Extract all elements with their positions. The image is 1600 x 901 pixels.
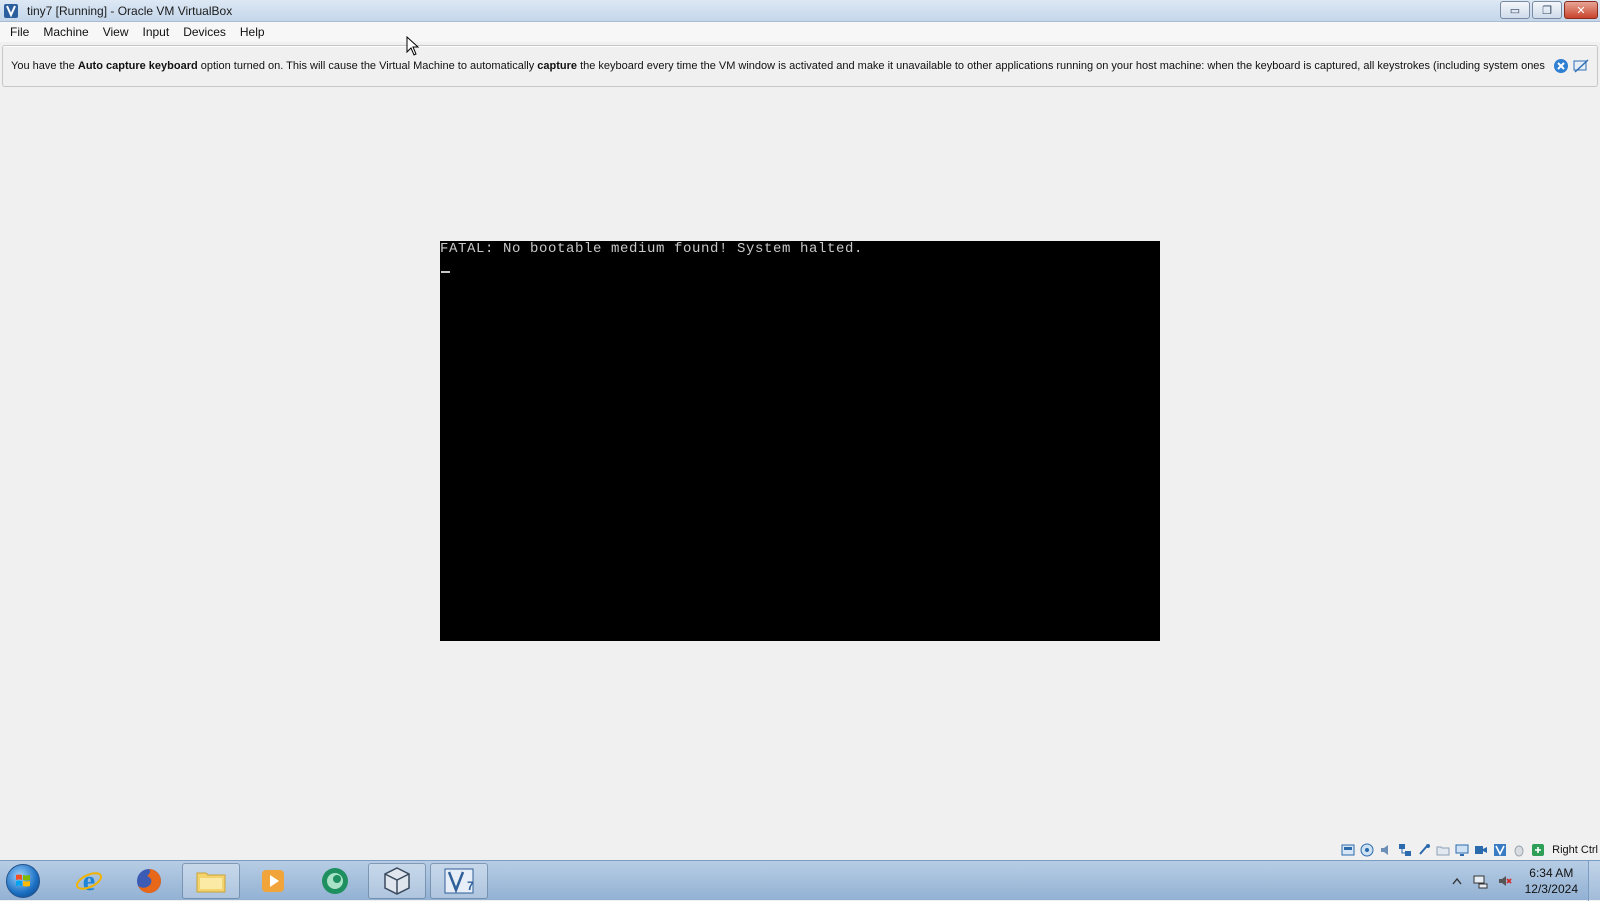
display-icon[interactable] bbox=[1454, 842, 1470, 858]
vm-statusbar: Right Ctrl bbox=[1340, 841, 1600, 859]
notice-text-2: option turned on. This will cause the Vi… bbox=[197, 60, 538, 72]
file-explorer-icon[interactable] bbox=[182, 863, 240, 899]
vt-x-icon[interactable] bbox=[1492, 842, 1508, 858]
virtualbox-window-icon[interactable] bbox=[3, 3, 19, 19]
notice-bold-2: capture bbox=[537, 60, 578, 72]
system-tray: 6:34 AM 12/3/2024 bbox=[1445, 861, 1600, 901]
start-button[interactable] bbox=[6, 864, 40, 898]
minimize-button[interactable]: ▭ bbox=[1500, 1, 1530, 19]
menu-help[interactable]: Help bbox=[233, 22, 272, 42]
show-hidden-icons-icon[interactable] bbox=[1448, 872, 1466, 890]
clock-time: 6:34 AM bbox=[1529, 866, 1574, 880]
network-tray-icon[interactable] bbox=[1472, 872, 1490, 890]
window-titlebar[interactable]: tiny7 [Running] - Oracle VM VirtualBox ▭… bbox=[0, 0, 1600, 22]
svg-text:e: e bbox=[83, 866, 95, 896]
close-button[interactable]: ✕ bbox=[1564, 1, 1598, 19]
window-title: tiny7 [Running] - Oracle VM VirtualBox bbox=[27, 3, 233, 18]
keyboard-capture-icon[interactable] bbox=[1530, 842, 1546, 858]
mouse-integration-icon[interactable] bbox=[1511, 842, 1527, 858]
network-icon[interactable] bbox=[1397, 842, 1413, 858]
menu-file[interactable]: File bbox=[3, 22, 36, 42]
vm-boot-message: FATAL: No bootable medium found! System … bbox=[440, 241, 864, 257]
optical-drive-icon[interactable] bbox=[1359, 842, 1375, 858]
windows-logo-icon bbox=[16, 874, 30, 887]
app-icon[interactable] bbox=[306, 863, 364, 899]
close-notice-icon[interactable] bbox=[1553, 58, 1569, 74]
windows-taskbar: e 7 6:34 AM 12/3/2024 bbox=[0, 860, 1600, 901]
do-not-show-again-icon[interactable] bbox=[1573, 58, 1589, 74]
menu-view[interactable]: View bbox=[96, 22, 136, 42]
notice-text-3: the keyboard every time the VM window is… bbox=[577, 60, 1545, 72]
notice-text-1: You have the bbox=[11, 60, 78, 72]
usb-icon[interactable] bbox=[1416, 842, 1432, 858]
notice-bold-1: Auto capture keyboard bbox=[77, 60, 198, 72]
notice-actions bbox=[1553, 58, 1589, 74]
auto-capture-notice: You have the Auto capture keyboard optio… bbox=[2, 45, 1598, 87]
taskbar-clock[interactable]: 6:34 AM 12/3/2024 bbox=[1525, 865, 1578, 897]
svg-text:7: 7 bbox=[467, 879, 474, 893]
restore-button[interactable]: ❐ bbox=[1532, 1, 1562, 19]
menu-input[interactable]: Input bbox=[136, 22, 177, 42]
audio-icon[interactable] bbox=[1378, 842, 1394, 858]
internet-explorer-icon[interactable]: e bbox=[60, 863, 118, 899]
vm-text-cursor bbox=[441, 271, 450, 273]
virtualbox-manager-icon[interactable] bbox=[368, 863, 426, 899]
video-capture-icon[interactable] bbox=[1473, 842, 1489, 858]
hard-disk-icon[interactable] bbox=[1340, 842, 1356, 858]
volume-muted-icon[interactable] bbox=[1496, 872, 1514, 890]
vm-display[interactable]: FATAL: No bootable medium found! System … bbox=[440, 241, 1160, 641]
notice-message: You have the Auto capture keyboard optio… bbox=[11, 60, 1549, 72]
mouse-pointer-icon bbox=[406, 35, 420, 59]
menu-machine[interactable]: Machine bbox=[36, 22, 95, 42]
host-key-label: Right Ctrl bbox=[1552, 844, 1598, 856]
virtualbox-vm-icon[interactable]: 7 bbox=[430, 863, 488, 899]
menu-bar: File Machine View Input Devices Help bbox=[0, 22, 1600, 42]
menu-devices[interactable]: Devices bbox=[176, 22, 233, 42]
window-controls: ▭ ❐ ✕ bbox=[1500, 1, 1598, 19]
shared-folders-icon[interactable] bbox=[1435, 842, 1451, 858]
clock-date: 12/3/2024 bbox=[1524, 882, 1578, 896]
firefox-icon[interactable] bbox=[120, 863, 178, 899]
media-player-icon[interactable] bbox=[244, 863, 302, 899]
show-desktop-button[interactable] bbox=[1588, 861, 1600, 901]
